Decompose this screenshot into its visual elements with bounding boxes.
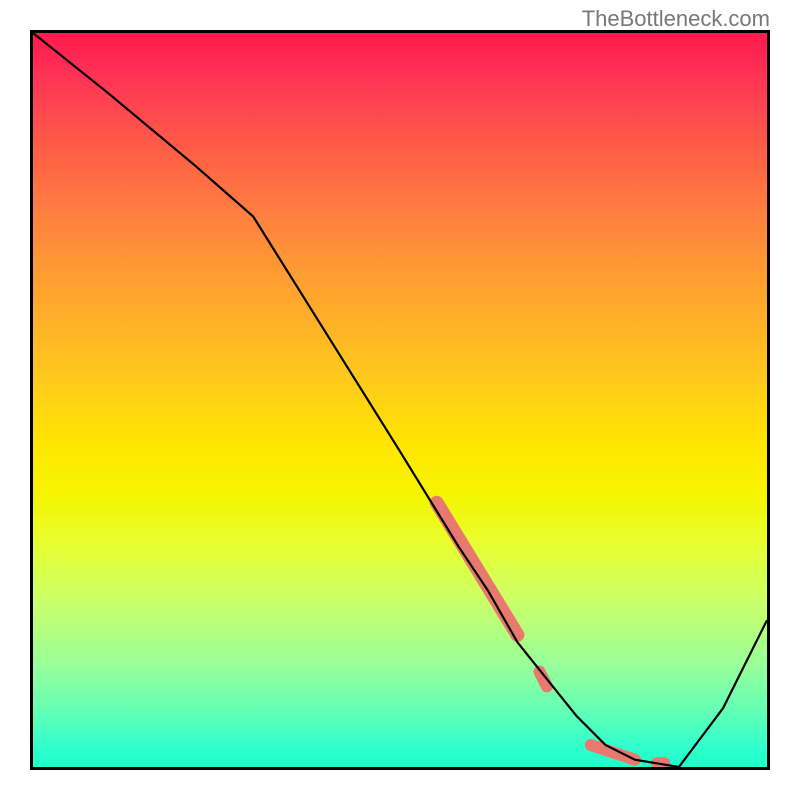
watermark-text: TheBottleneck.com: [582, 6, 770, 32]
curve-svg: [33, 33, 767, 767]
plot-area: [30, 30, 770, 770]
highlight-segment: [437, 503, 518, 635]
chart-container: TheBottleneck.com: [0, 0, 800, 800]
bottleneck-curve: [33, 33, 767, 767]
highlight-group: [437, 503, 665, 764]
